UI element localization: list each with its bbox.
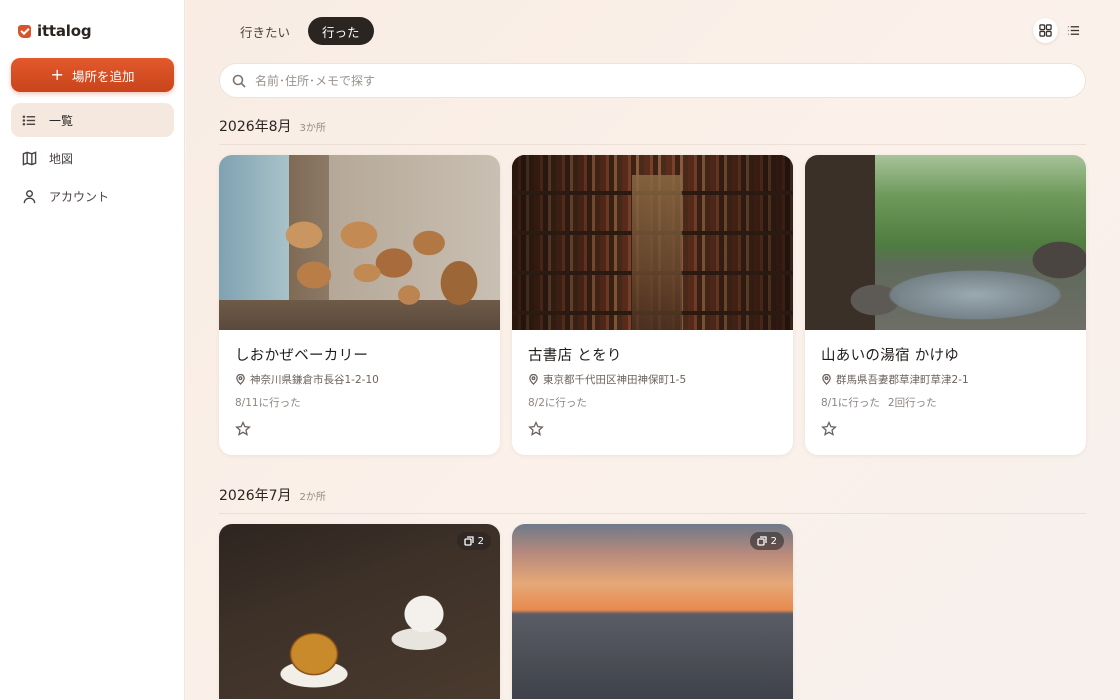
view-toggle bbox=[1033, 18, 1086, 43]
add-place-button[interactable]: + 場所を追加 bbox=[11, 58, 174, 92]
place-address: 神奈川県鎌倉市長谷1-2-10 bbox=[235, 372, 484, 387]
card-body: しおかぜベーカリー 神奈川県鎌倉市長谷1-2-10 8/11に行った bbox=[219, 330, 500, 455]
star-icon bbox=[821, 420, 837, 436]
plus-icon: + bbox=[50, 65, 64, 84]
section-title: 2026年8月 bbox=[219, 119, 292, 135]
visit-tabs: 行きたい 行った bbox=[226, 17, 374, 45]
sidebar: ittalog + 場所を追加 一覧 地図 アカウント bbox=[0, 0, 185, 700]
favorite-button[interactable] bbox=[528, 420, 544, 437]
place-photo: 2 bbox=[219, 524, 500, 699]
place-name: 山あいの湯宿 かけゆ bbox=[821, 348, 960, 364]
place-address: 東京都千代田区神田神保町1-5 bbox=[528, 372, 777, 387]
tab-visited[interactable]: 行った bbox=[308, 17, 374, 45]
grid-icon bbox=[1039, 24, 1052, 37]
visit-date: 8/11に行った bbox=[235, 397, 301, 409]
month-section-header: 2026年7月 2か所 bbox=[219, 485, 1086, 514]
list-icon bbox=[1067, 26, 1080, 35]
star-icon bbox=[235, 420, 251, 436]
list-view-button[interactable] bbox=[1061, 18, 1086, 43]
place-address: 群馬県吾妻郡草津町草津2-1 bbox=[821, 372, 1070, 387]
sidebar-nav: 一覧 地図 アカウント bbox=[11, 103, 174, 217]
app-logo[interactable]: ittalog bbox=[18, 22, 92, 40]
place-card[interactable]: 2 bbox=[219, 524, 500, 700]
main-content: 行きたい 行った 2026年8月 3か所 しおかぜベーカリー 神奈川県鎌倉市長谷… bbox=[186, 0, 1120, 700]
location-pin-icon bbox=[529, 374, 538, 385]
tab-want-to-go[interactable]: 行きたい bbox=[226, 17, 304, 45]
visit-date: 8/2に行った bbox=[528, 397, 587, 409]
favorite-button[interactable] bbox=[821, 420, 837, 437]
card-body: 山あいの湯宿 かけゆ 群馬県吾妻郡草津町草津2-1 8/1に行った 2回行った bbox=[805, 330, 1086, 455]
sidebar-item-map[interactable]: 地図 bbox=[11, 141, 174, 175]
section-count: 3か所 bbox=[299, 123, 326, 134]
visit-info: 8/11に行った bbox=[235, 395, 484, 410]
place-name: 古書店 とをり bbox=[528, 348, 622, 364]
photos-icon bbox=[463, 536, 474, 546]
user-icon bbox=[23, 189, 36, 203]
section-title: 2026年7月 bbox=[219, 488, 292, 504]
card-body: 古書店 とをり 東京都千代田区神田神保町1-5 8/2に行った bbox=[512, 330, 793, 455]
place-photo bbox=[219, 155, 500, 330]
visit-info: 8/2に行った bbox=[528, 395, 777, 410]
month-section-header: 2026年8月 3か所 bbox=[219, 116, 1086, 145]
place-address-text: 東京都千代田区神田神保町1-5 bbox=[543, 374, 687, 386]
photo-count: 2 bbox=[477, 535, 484, 547]
sidebar-item-account[interactable]: アカウント bbox=[11, 179, 174, 213]
place-address-text: 群馬県吾妻郡草津町草津2-1 bbox=[836, 374, 969, 386]
location-pin-icon bbox=[236, 374, 245, 385]
photo-count: 2 bbox=[770, 535, 777, 547]
place-name: しおかぜベーカリー bbox=[235, 348, 369, 364]
search-bar bbox=[219, 63, 1086, 98]
section-count: 2か所 bbox=[299, 492, 326, 503]
search-input[interactable] bbox=[255, 73, 1055, 88]
sidebar-item-list[interactable]: 一覧 bbox=[11, 103, 174, 137]
star-icon bbox=[528, 420, 544, 436]
list-icon bbox=[22, 114, 36, 126]
place-address-text: 神奈川県鎌倉市長谷1-2-10 bbox=[250, 374, 379, 386]
grid-view-button[interactable] bbox=[1033, 18, 1058, 43]
logo-icon bbox=[18, 24, 31, 38]
visit-count: 2回行った bbox=[887, 397, 937, 409]
place-card[interactable]: しおかぜベーカリー 神奈川県鎌倉市長谷1-2-10 8/11に行った bbox=[219, 155, 500, 455]
place-photo bbox=[512, 155, 793, 330]
visit-info: 8/1に行った 2回行った bbox=[821, 395, 1070, 410]
add-place-label: 場所を追加 bbox=[71, 68, 135, 84]
location-pin-icon bbox=[822, 374, 831, 385]
place-card[interactable]: 山あいの湯宿 かけゆ 群馬県吾妻郡草津町草津2-1 8/1に行った 2回行った bbox=[805, 155, 1086, 455]
map-icon bbox=[22, 150, 37, 166]
search-icon bbox=[232, 74, 246, 88]
place-photo bbox=[805, 155, 1086, 330]
photo-count-badge: 2 bbox=[456, 532, 491, 550]
sidebar-item-label: アカウント bbox=[49, 189, 110, 204]
place-card[interactable]: 2 bbox=[512, 524, 793, 700]
place-card[interactable]: 古書店 とをり 東京都千代田区神田神保町1-5 8/2に行った bbox=[512, 155, 793, 455]
place-photo: 2 bbox=[512, 524, 793, 699]
visit-date: 8/1に行った bbox=[821, 397, 880, 409]
sidebar-item-label: 地図 bbox=[49, 151, 74, 166]
sidebar-item-label: 一覧 bbox=[49, 113, 74, 128]
photo-count-badge: 2 bbox=[749, 532, 784, 550]
favorite-button[interactable] bbox=[235, 420, 251, 437]
app-name: ittalog bbox=[37, 22, 92, 40]
photos-icon bbox=[756, 536, 767, 546]
